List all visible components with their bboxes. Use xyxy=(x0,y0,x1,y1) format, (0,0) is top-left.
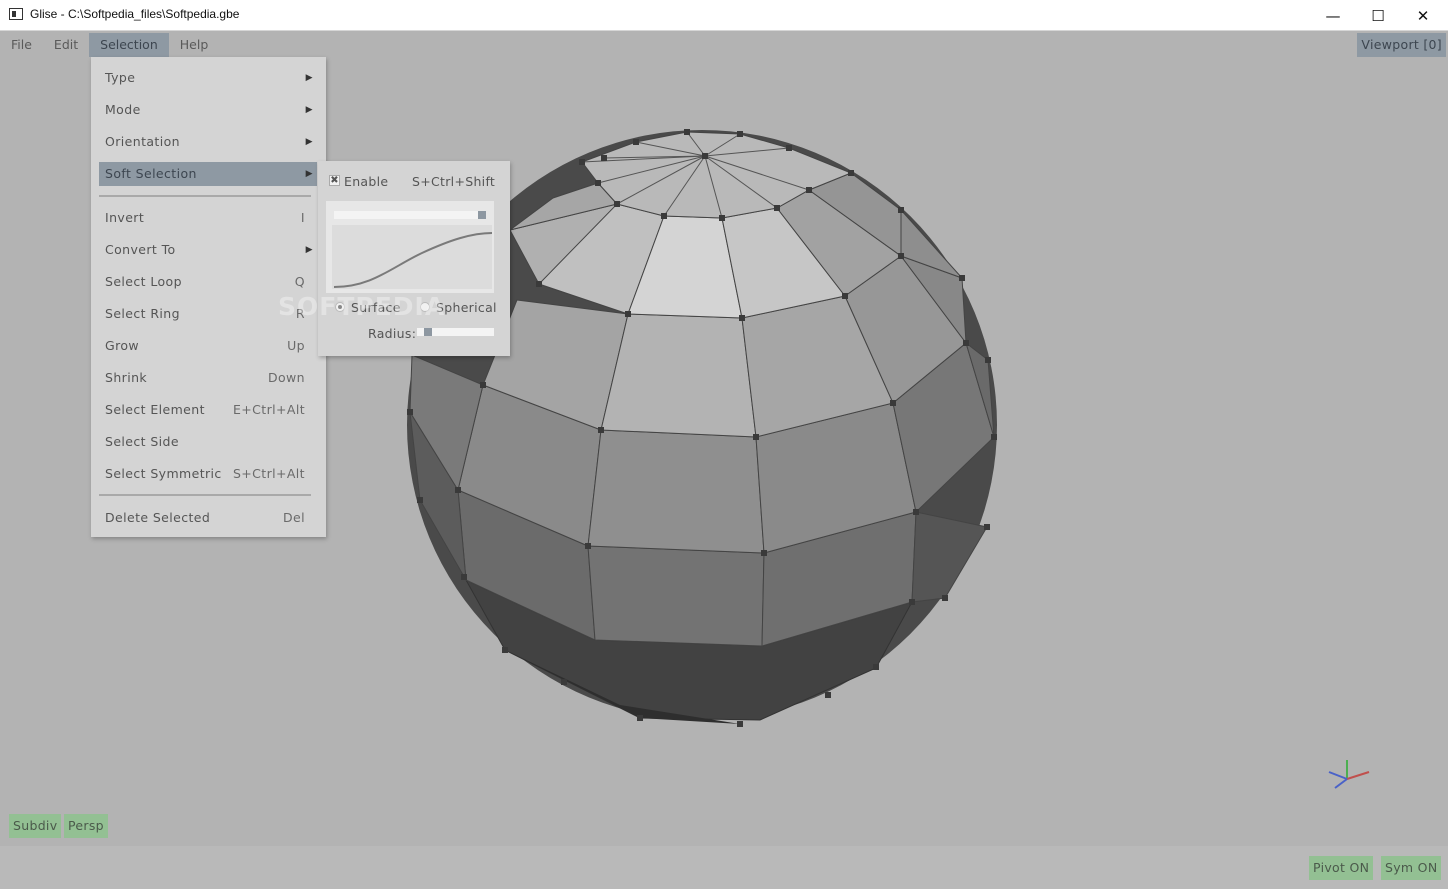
menu-selection[interactable]: Selection xyxy=(89,33,169,57)
menu-help[interactable]: Help xyxy=(169,33,220,57)
axis-gizmo-icon xyxy=(1328,760,1370,789)
menu-item-shortcut: I xyxy=(300,210,305,225)
menu-item-label: Select Element xyxy=(105,402,205,417)
watermark: SOFTPEDIA xyxy=(278,292,446,321)
menu-item-shortcut: Q xyxy=(294,274,305,289)
close-button[interactable]: ✕ xyxy=(1400,0,1446,31)
status-strip xyxy=(0,846,1448,889)
sym-toggle-button[interactable]: Sym ON xyxy=(1381,856,1442,880)
falloff-slider[interactable] xyxy=(334,211,486,219)
menu-item-label: Select Ring xyxy=(105,306,180,321)
falloff-slider-knob[interactable] xyxy=(478,211,486,219)
menu-item-label: Type xyxy=(105,70,136,85)
menu-item-shortcut: Del xyxy=(283,510,305,525)
menu-item-shortcut: Up xyxy=(287,338,305,353)
menu-item-shrink[interactable]: Shrink Down xyxy=(99,366,317,390)
menu-item-select-element[interactable]: Select Element E+Ctrl+Alt xyxy=(99,398,317,422)
persp-button[interactable]: Persp xyxy=(64,814,108,838)
menu-item-label: Invert xyxy=(105,210,145,225)
menu-item-convert-to[interactable]: Convert To ▶ xyxy=(99,238,317,262)
menu-item-label: Shrink xyxy=(105,370,148,385)
app-icon xyxy=(9,8,23,20)
menu-item-label: Grow xyxy=(105,338,140,353)
submenu-arrow-icon: ▶ xyxy=(305,73,313,83)
menu-item-label: Delete Selected xyxy=(105,510,211,525)
submenu-arrow-icon: ▶ xyxy=(305,105,313,115)
menu-separator xyxy=(99,195,311,197)
menu-item-type[interactable]: Type ▶ xyxy=(99,66,317,90)
menu-item-orientation[interactable]: Orientation ▶ xyxy=(99,130,317,154)
submenu-arrow-icon: ▶ xyxy=(305,137,313,147)
menu-item-label: Orientation xyxy=(105,134,180,149)
soft-selection-submenu: ✖ Enable S+Ctrl+Shift Surface Spherical … xyxy=(318,161,510,356)
pivot-toggle-button[interactable]: Pivot ON xyxy=(1309,856,1374,880)
falloff-curve[interactable] xyxy=(332,225,492,289)
menu-item-select-symmetric[interactable]: Select Symmetric S+Ctrl+Alt xyxy=(99,462,317,486)
menu-item-shortcut: E+Ctrl+Alt xyxy=(232,402,305,417)
menu-item-label: Select Loop xyxy=(105,274,182,289)
menu-item-select-side[interactable]: Select Side xyxy=(99,430,317,454)
radius-label: Radius: xyxy=(368,326,417,341)
menu-separator xyxy=(99,494,311,496)
menu-item-shortcut: Down xyxy=(267,370,305,385)
enable-checkbox[interactable]: ✖ xyxy=(329,175,340,186)
menu-item-delete-selected[interactable]: Delete Selected Del xyxy=(99,506,317,530)
menu-item-label: Select Side xyxy=(105,434,179,449)
menu-item-soft-selection[interactable]: Soft Selection ▶ xyxy=(99,162,317,186)
enable-label: Enable xyxy=(344,174,389,189)
menu-edit[interactable]: Edit xyxy=(43,33,89,57)
menu-item-label: Soft Selection xyxy=(105,166,197,181)
menu-item-select-loop[interactable]: Select Loop Q xyxy=(99,270,317,294)
submenu-arrow-icon: ▶ xyxy=(305,169,313,179)
menu-item-mode[interactable]: Mode ▶ xyxy=(99,98,317,122)
menu-item-label: Select Symmetric xyxy=(105,466,222,481)
window-title: Glise - C:\Softpedia_files\Softpedia.gbe xyxy=(30,7,240,21)
menu-item-grow[interactable]: Grow Up xyxy=(99,334,317,358)
viewport-label[interactable]: Viewport [0] xyxy=(1357,33,1446,57)
menu-item-label: Mode xyxy=(105,102,141,117)
radius-slider-knob[interactable] xyxy=(424,328,432,336)
menu-item-label: Convert To xyxy=(105,242,176,257)
minimize-button[interactable]: — xyxy=(1310,0,1356,31)
menubar: File Edit Selection Help xyxy=(0,33,219,57)
window-titlebar: Glise - C:\Softpedia_files\Softpedia.gbe… xyxy=(0,0,1448,31)
submenu-arrow-icon: ▶ xyxy=(305,245,313,255)
radius-slider[interactable] xyxy=(417,328,494,336)
menu-file[interactable]: File xyxy=(0,33,43,57)
maximize-button[interactable]: ☐ xyxy=(1355,0,1401,31)
enable-shortcut: S+Ctrl+Shift xyxy=(412,174,496,189)
falloff-curve-panel xyxy=(326,201,494,293)
subdiv-button[interactable]: Subdiv xyxy=(9,814,62,838)
menu-item-invert[interactable]: Invert I xyxy=(99,206,317,230)
menu-item-shortcut: S+Ctrl+Alt xyxy=(232,466,305,481)
